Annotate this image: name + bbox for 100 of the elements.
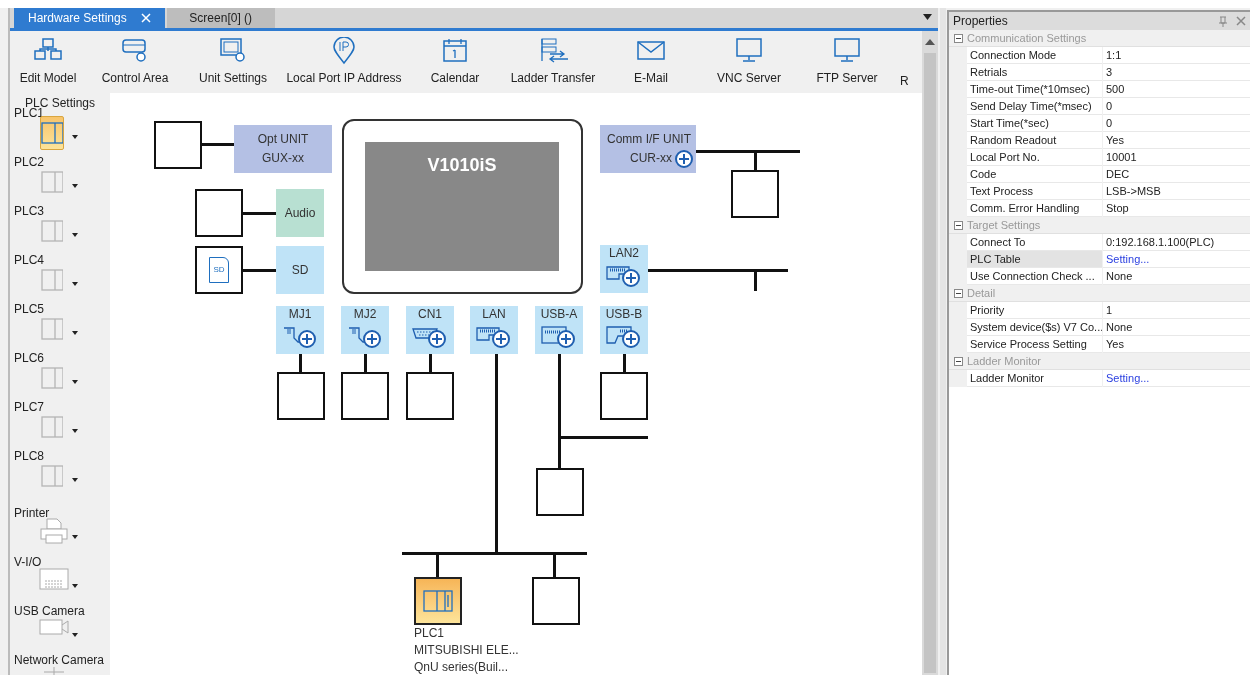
tab[interactable]: Screen[0] () (166, 8, 275, 28)
caret-icon (72, 135, 78, 139)
plc-label: PLC3 (14, 205, 45, 217)
plc-button[interactable] (40, 116, 64, 150)
port[interactable]: USB-A (535, 306, 583, 354)
toolbar-button[interactable]: VNC Server (700, 31, 798, 93)
device-slot[interactable] (195, 189, 243, 237)
collapse-icon (953, 288, 963, 298)
group-title: Target Settings (967, 217, 1041, 233)
port[interactable]: CN1 (406, 306, 454, 354)
toolbar-button[interactable]: R (896, 31, 909, 93)
dropdown-icon[interactable] (923, 14, 932, 20)
caret-icon (72, 233, 78, 237)
option-unit[interactable]: Opt UNIT GUX-xx (234, 125, 332, 173)
sd-card-icon: SD (209, 257, 229, 283)
pin-icon (1218, 15, 1228, 27)
property-value: 500 (1103, 81, 1250, 98)
property-name[interactable]: Send Delay Time(*msec) (967, 98, 1102, 115)
property-name[interactable]: Priority (967, 302, 1102, 319)
property-name[interactable]: Random Readout (967, 132, 1102, 149)
property-value: 1:1 (1103, 47, 1250, 64)
property-name[interactable]: Ladder Monitor (967, 370, 1102, 387)
comm-interface-unit[interactable]: Comm I/F UNIT CUR-xx (600, 125, 696, 173)
plc-icon (41, 318, 63, 340)
device-slot[interactable] (600, 372, 648, 420)
property-name[interactable]: System device($s) V7 Co... (967, 319, 1102, 336)
property-name[interactable]: Time-out Time(*10msec) (967, 81, 1102, 98)
port[interactable]: LAN (470, 306, 518, 354)
device-slot[interactable] (532, 577, 580, 625)
plc-node-label: MITSUBISHI ELE... (414, 644, 519, 656)
plc-icon (41, 220, 63, 242)
property-name[interactable]: Use Connection Check ... (967, 268, 1102, 285)
device-slot[interactable] (731, 170, 779, 218)
port[interactable]: USB-B (600, 306, 648, 354)
toolbar-button[interactable]: E-Mail (602, 31, 700, 93)
property-name[interactable]: Connect To (967, 234, 1102, 251)
sd-port[interactable]: SD (276, 246, 324, 294)
scroll-up-icon[interactable] (925, 39, 935, 45)
property-link[interactable]: Setting... (1103, 370, 1250, 387)
collapse-icon (953, 220, 963, 230)
plc-label: PLC2 (14, 156, 45, 168)
property-name[interactable]: Start Time(*sec) (967, 115, 1102, 132)
property-value: DEC (1103, 166, 1250, 183)
caret-icon (72, 535, 78, 539)
property-value: Yes (1103, 132, 1250, 149)
property-value: LSB->MSB (1103, 183, 1250, 200)
audio-port[interactable]: Audio (276, 189, 324, 237)
property-name[interactable]: Code (967, 166, 1102, 183)
sd-card-slot[interactable]: SD (195, 246, 243, 294)
monitor-icon (734, 37, 764, 65)
device-slot[interactable] (341, 372, 389, 420)
toolbar-button[interactable]: Local Port IP Address (282, 31, 406, 93)
group-title: Detail (967, 285, 996, 301)
toolbar-button[interactable]: Edit Model (10, 31, 86, 93)
property-value: None (1103, 268, 1250, 285)
close-icon (1236, 16, 1246, 26)
plc-node-label: PLC1 (414, 627, 445, 639)
ethernet-port-icon (476, 326, 502, 344)
usb-port-icon (541, 326, 567, 344)
property-name[interactable]: Comm. Error Handling (967, 200, 1102, 217)
property-name[interactable]: PLC Table (967, 251, 1102, 268)
scrollbar[interactable] (922, 31, 938, 675)
plc-label: PLC6 (14, 352, 45, 364)
plc-label: PLC5 (14, 303, 45, 315)
add-icon (492, 330, 510, 348)
tab[interactable]: Hardware Settings (14, 8, 165, 28)
caret-icon (72, 184, 78, 188)
device-label: Printer (14, 507, 50, 519)
caret-icon (72, 584, 78, 588)
calendar-icon (440, 37, 470, 65)
device-slot[interactable] (536, 468, 584, 516)
property-link[interactable]: Setting... (1103, 251, 1250, 268)
device-slot[interactable] (154, 121, 202, 169)
panel-title: Properties (953, 13, 1008, 30)
property-name[interactable]: Retrials (967, 64, 1102, 81)
property-name[interactable]: Text Process (967, 183, 1102, 200)
plc-label: PLC1 (14, 107, 45, 119)
caret-icon (72, 331, 78, 335)
device-slot[interactable] (277, 372, 325, 420)
plc-node[interactable] (414, 577, 462, 625)
property-name[interactable]: Service Process Setting (967, 336, 1102, 353)
property-name[interactable]: Local Port No. (967, 149, 1102, 166)
toolbar-button[interactable]: FTP Server (798, 31, 896, 93)
device-slot[interactable] (406, 372, 454, 420)
port[interactable]: LAN2 (600, 245, 648, 293)
plc-label: PLC7 (14, 401, 45, 413)
plc-icon (423, 590, 453, 612)
caret-icon (72, 282, 78, 286)
port[interactable]: MJ2 (341, 306, 389, 354)
caret-icon (72, 380, 78, 384)
close-icon[interactable] (140, 13, 151, 23)
toolbar-button[interactable]: Unit Settings (184, 31, 282, 93)
plc-icon (41, 416, 63, 438)
port[interactable]: MJ1 (276, 306, 324, 354)
property-value: Stop (1103, 200, 1250, 217)
property-name[interactable]: Connection Mode (967, 47, 1102, 64)
caret-icon (72, 478, 78, 482)
toolbar-button[interactable]: Ladder Transfer (504, 31, 602, 93)
toolbar-button[interactable]: Control Area (86, 31, 184, 93)
toolbar-button[interactable]: Calendar (406, 31, 504, 93)
